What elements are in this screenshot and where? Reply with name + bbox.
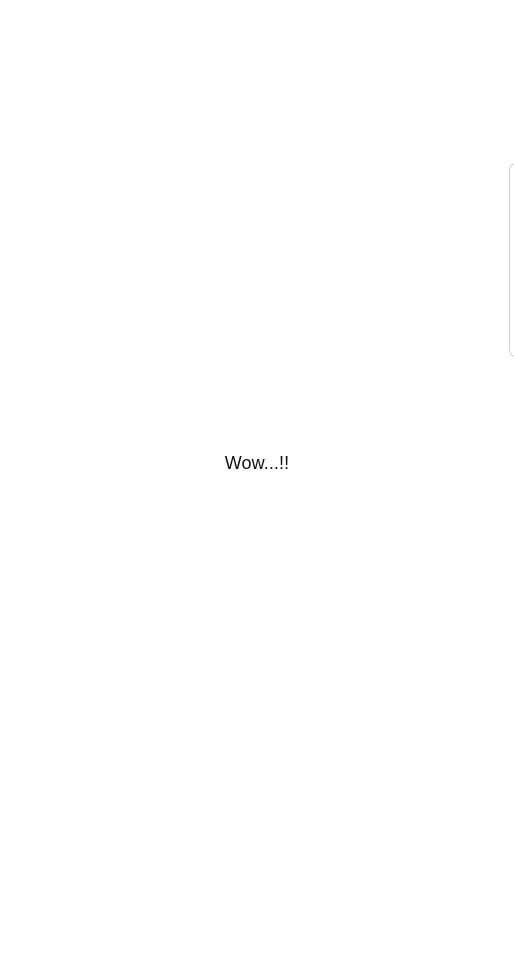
message-text: Wow...!! xyxy=(224,453,290,473)
edge-panel-handle[interactable] xyxy=(509,163,514,357)
app-screen: Wow...!! xyxy=(0,0,514,960)
